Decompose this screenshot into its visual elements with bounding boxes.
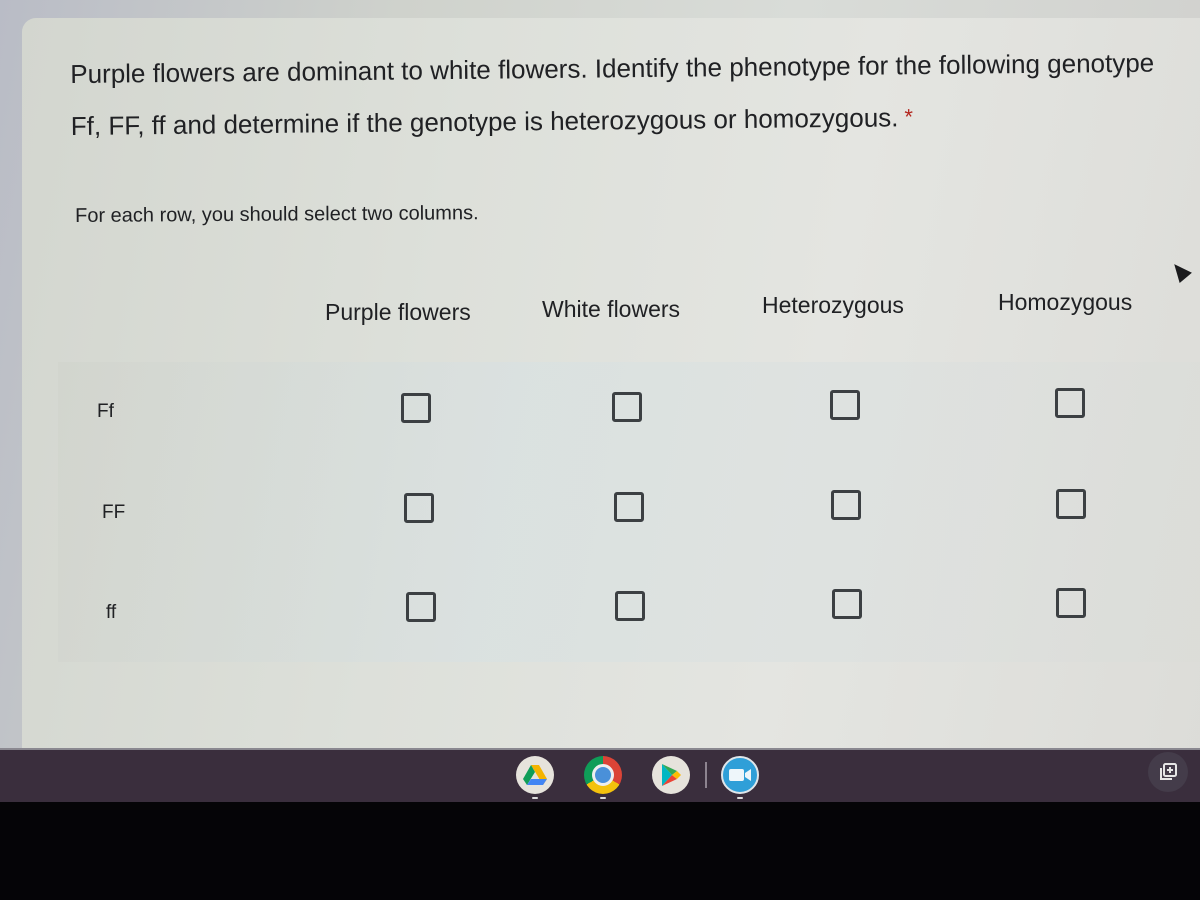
screen-capture-button[interactable] [1148, 752, 1188, 792]
row-label-Ff: Ff [97, 401, 114, 422]
chrome-icon [592, 764, 614, 786]
checkbox-ff-white-flowers[interactable] [615, 591, 645, 621]
checkbox-ff-heterozygous[interactable] [832, 589, 862, 619]
checkbox-FF-white-flowers[interactable] [614, 492, 644, 522]
column-header-homozygous: Homozygous [998, 289, 1133, 315]
column-header-white-flowers: White flowers [542, 296, 681, 322]
checkbox-FF-homozygous[interactable] [1056, 489, 1086, 519]
checkbox-Ff-heterozygous[interactable] [830, 390, 860, 420]
browser-viewport: Purple flowers are dominant to white flo… [0, 0, 1200, 758]
play-store-icon [662, 764, 681, 786]
zoom-video-icon [729, 769, 751, 781]
checkbox-FF-heterozygous[interactable] [831, 490, 861, 520]
column-header-heterozygous: Heterozygous [762, 292, 904, 318]
question-text: Purple flowers are dominant to white flo… [70, 47, 1155, 141]
running-indicator [532, 797, 538, 799]
checkbox-ff-purple-flowers[interactable] [406, 592, 436, 622]
checkbox-ff-homozygous[interactable] [1056, 588, 1086, 618]
checkbox-Ff-white-flowers[interactable] [612, 392, 642, 422]
question-description: For each row, you should select two colu… [75, 202, 479, 227]
shelf-app-drive[interactable] [516, 756, 554, 794]
checkbox-Ff-purple-flowers[interactable] [401, 393, 431, 423]
shelf-app-zoom[interactable] [721, 756, 759, 794]
drive-icon [523, 765, 547, 785]
checkbox-FF-purple-flowers[interactable] [404, 493, 434, 523]
shelf-app-play-store[interactable] [652, 756, 690, 794]
checkbox-Ff-homozygous[interactable] [1055, 388, 1085, 418]
running-indicator [600, 797, 606, 799]
required-marker: * [904, 104, 914, 130]
shelf-divider [705, 762, 707, 788]
running-indicator [737, 797, 743, 799]
row-label-FF: FF [102, 502, 126, 523]
question-title: Purple flowers are dominant to white flo… [70, 36, 1181, 152]
screen-capture-icon [1160, 763, 1177, 780]
column-header-purple-flowers: Purple flowers [325, 299, 471, 325]
row-label-ff: ff [106, 602, 117, 623]
shelf-app-chrome[interactable] [584, 756, 622, 794]
